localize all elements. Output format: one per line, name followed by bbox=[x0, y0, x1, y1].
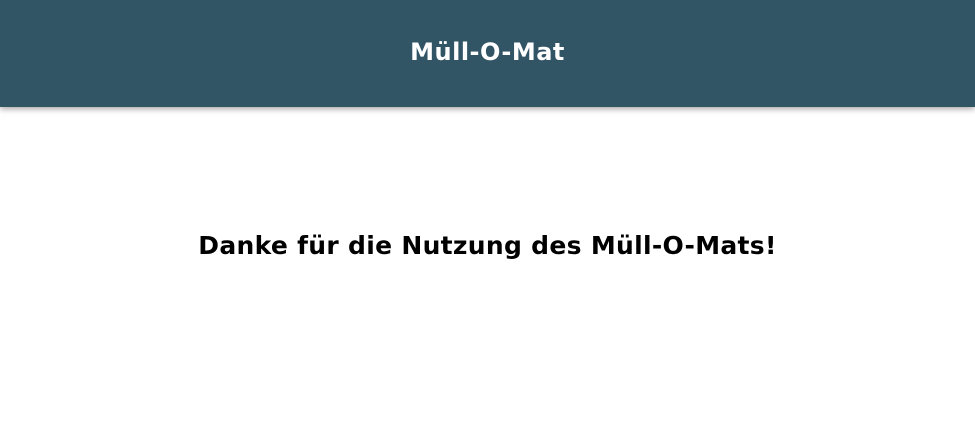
thank-you-message: Danke für die Nutzung des Müll-O-Mats! bbox=[198, 231, 777, 260]
app-header: Müll-O-Mat bbox=[0, 0, 975, 107]
main-content: Danke für die Nutzung des Müll-O-Mats! bbox=[0, 107, 975, 440]
app-title: Müll-O-Mat bbox=[410, 37, 565, 66]
